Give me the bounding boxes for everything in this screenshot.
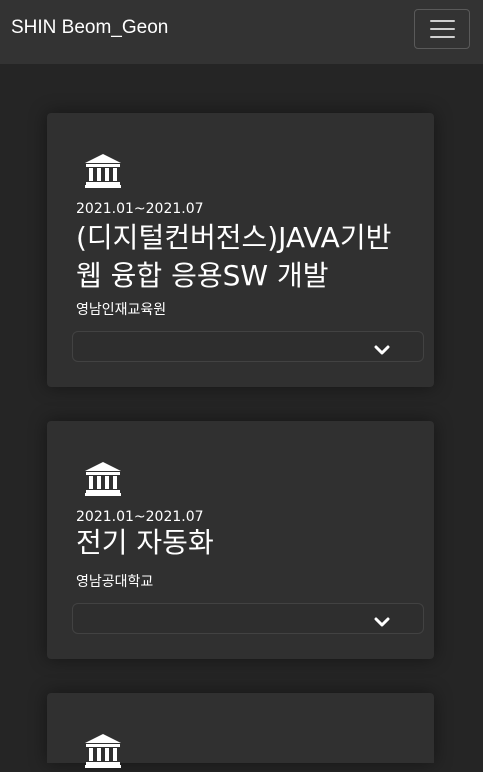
top-navbar: SHIN Beom_Geon <box>0 0 483 64</box>
education-card: 2021.01~2021.07 (디지털컨버전스)JAVA기반 웹 융합 응용S… <box>47 113 434 387</box>
navbar-toggle-button[interactable] <box>414 9 470 49</box>
chevron-down-icon <box>374 341 390 355</box>
education-title: 전기 자동화 <box>76 526 214 559</box>
details-toggle[interactable] <box>72 331 424 362</box>
education-period: 2021.01~2021.07 <box>76 201 204 217</box>
details-toggle[interactable] <box>72 603 424 634</box>
education-card <box>47 693 434 768</box>
institution-icon <box>85 154 121 188</box>
education-card: 2021.01~2021.07 전기 자동화 영남공대학교 <box>47 421 434 659</box>
chevron-down-icon <box>374 613 390 627</box>
education-institution: 영남인재교육원 <box>76 302 167 318</box>
site-brand[interactable]: SHIN Beom_Geon <box>11 17 168 39</box>
education-period: 2021.01~2021.07 <box>76 509 204 525</box>
education-institution: 영남공대학교 <box>76 574 154 590</box>
institution-icon <box>85 462 121 496</box>
education-title: (디지털컨버전스)JAVA기반 웹 융합 응용SW 개발 <box>76 221 392 292</box>
